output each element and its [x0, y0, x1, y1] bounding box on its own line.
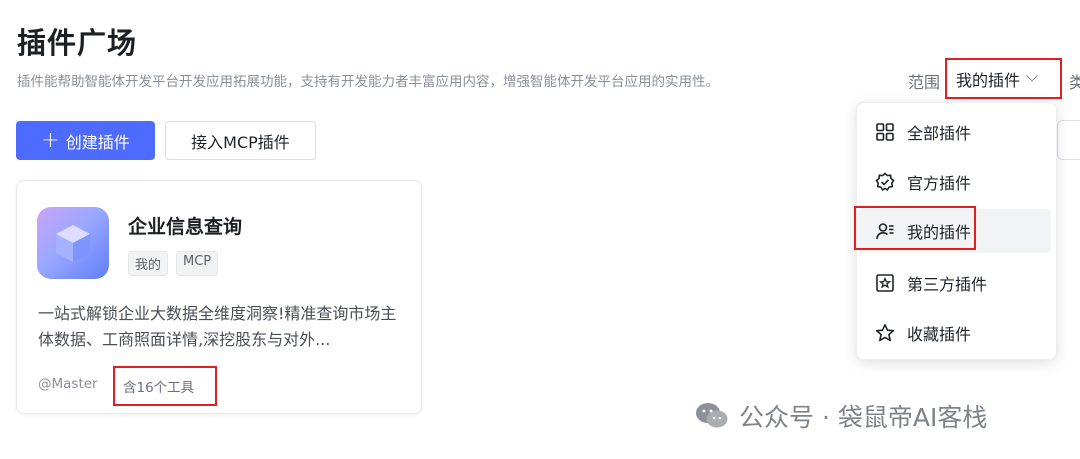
plugin-author: @Master [38, 376, 98, 392]
menu-item-label: 全部插件 [907, 124, 972, 143]
tag-mine: 我的 [128, 251, 169, 276]
annotation-highlight-box [113, 366, 217, 406]
third-party-icon [874, 272, 896, 294]
menu-item-label: 第三方插件 [907, 275, 988, 294]
plus-icon: + [41, 127, 60, 153]
menu-item-third-party-plugins[interactable]: 第三方插件 [857, 261, 1058, 305]
connect-mcp-plugin-button[interactable]: 接入MCP插件 [165, 121, 316, 160]
plugin-description: 一站式解锁企业大数据全维度洞察!精准查询市场主体数据、工商照面详情,深挖股东与对… [38, 304, 397, 349]
annotation-highlight-box [854, 206, 976, 250]
grid-icon [874, 121, 896, 143]
menu-item-all-plugins[interactable]: 全部插件 [857, 110, 1058, 154]
create-plugin-button[interactable]: + 创建插件 [16, 121, 155, 160]
menu-item-favorite-plugins[interactable]: 收藏插件 [857, 311, 1058, 355]
page-title: 插件广场 [17, 26, 138, 60]
watermark: 公众号 · 袋鼠帝AI客栈 [695, 398, 987, 434]
plugin-name: 企业信息查询 [128, 216, 243, 238]
menu-item-label: 收藏插件 [907, 325, 972, 344]
chevron-down-icon [1026, 70, 1038, 82]
page-description: 插件能帮助智能体开发平台开发应用拓展功能，支持有开发能力者丰富应用内容，增强智能… [17, 74, 719, 90]
menu-item-label: 官方插件 [907, 174, 972, 193]
type-filter-label: 类 [1069, 73, 1080, 92]
plugin-logo-icon [37, 207, 109, 279]
wechat-icon [695, 401, 729, 431]
watermark-text: 公众号 · 袋鼠帝AI客栈 [739, 403, 988, 432]
plugin-card[interactable]: 企业信息查询 我的 MCP 一站式解锁企业大数据全维度洞察!精准查询市场主体数据… [16, 180, 422, 414]
connect-mcp-label: 接入MCP插件 [191, 132, 290, 152]
create-plugin-label: 创建插件 [65, 132, 130, 152]
scope-select-value: 我的插件 [956, 70, 1021, 90]
verified-badge-icon [874, 171, 896, 193]
scope-filter-label: 范围 [908, 73, 941, 92]
plugin-tags: 我的 MCP [128, 251, 219, 276]
menu-item-official-plugins[interactable]: 官方插件 [857, 160, 1058, 204]
tag-mcp: MCP [176, 251, 219, 276]
search-input[interactable] [1057, 120, 1080, 160]
scope-select[interactable]: 我的插件 [945, 58, 1062, 99]
star-icon [874, 322, 896, 344]
